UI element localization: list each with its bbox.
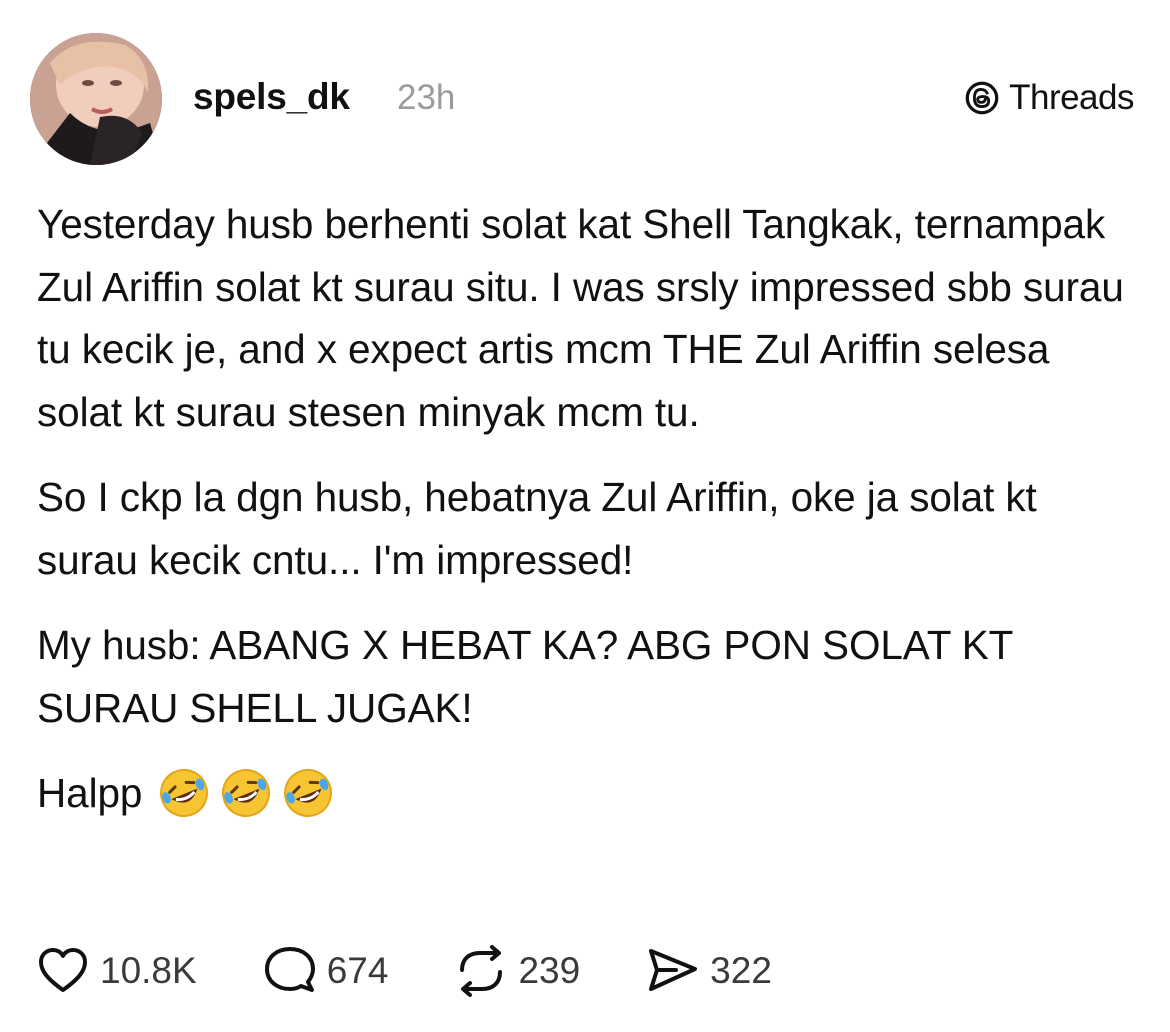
reply-count: 674 xyxy=(326,950,389,991)
threads-brand[interactable]: Threads xyxy=(963,78,1134,118)
share-button[interactable]: 322 xyxy=(646,944,772,998)
avatar[interactable] xyxy=(30,33,162,165)
threads-logo-icon xyxy=(965,81,999,115)
repost-icon xyxy=(460,945,503,997)
rolling-on-floor-laughing-emoji-icon xyxy=(222,769,271,818)
post-paragraph: My husb: ABANG X HEBAT KA? ABG PON SOLAT… xyxy=(37,622,1013,731)
reply-button[interactable]: 674 xyxy=(263,944,389,998)
heart-icon xyxy=(39,948,87,992)
repost-count: 239 xyxy=(518,950,581,991)
post-body: Yesterday husb berhenti solat kat Shell … xyxy=(37,193,1142,825)
share-count: 322 xyxy=(710,950,772,991)
author-username[interactable]: spels_dk xyxy=(193,76,350,118)
post-paragraph: Halpp xyxy=(37,770,143,816)
comment-icon xyxy=(264,947,315,992)
post-paragraph: So I ckp la dgn husb, hebatnya Zul Ariff… xyxy=(37,474,1037,583)
threads-post: spels_dk 23h Threads Yesterday husb berh… xyxy=(0,0,1170,1032)
post-paragraph: Yesterday husb berhenti solat kat Shell … xyxy=(37,201,1124,435)
repost-button[interactable]: 239 xyxy=(454,944,580,998)
share-icon xyxy=(649,949,698,991)
post-paragraph-last: Halpp xyxy=(37,762,1142,825)
threads-brand-label: Threads xyxy=(1009,78,1134,117)
post-timestamp: 23h xyxy=(397,78,456,117)
rolling-on-floor-laughing-emoji-icon xyxy=(284,769,333,818)
emoji-group xyxy=(156,765,336,821)
like-count: 10.8K xyxy=(100,950,197,991)
avatar-image xyxy=(30,33,162,165)
post-actions: 10.8K 674 239 322 xyxy=(36,944,838,998)
like-button[interactable]: 10.8K xyxy=(36,944,197,998)
rolling-on-floor-laughing-emoji-icon xyxy=(160,769,209,818)
